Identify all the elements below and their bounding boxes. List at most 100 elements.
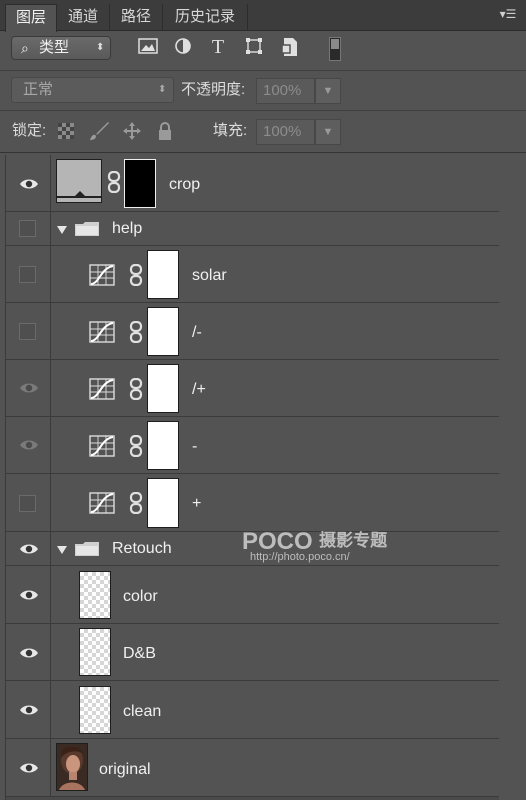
layer-mask-thumbnail xyxy=(147,364,179,413)
layer-row-minus[interactable]: - xyxy=(6,417,499,474)
layer-row-slash-minus[interactable]: /- xyxy=(6,303,499,360)
panel-scroll-gutter[interactable] xyxy=(500,155,526,800)
lock-label: 锁定: xyxy=(12,122,47,139)
layer-name: crop xyxy=(169,176,201,193)
layer-row-dodge-burn[interactable]: D&B xyxy=(6,624,499,681)
curves-adjustment-icon xyxy=(89,492,115,514)
curves-adjustment-icon xyxy=(89,264,115,286)
layer-name: - xyxy=(192,438,198,455)
layer-name: clean xyxy=(123,703,162,720)
layer-thumbnail xyxy=(56,159,102,203)
blend-mode-select[interactable]: 正常 ⬍ xyxy=(11,77,174,103)
panel-menu-icon[interactable]: ▾☰ xyxy=(498,6,518,22)
lock-all-icon[interactable] xyxy=(157,121,173,141)
layer-row-plus[interactable]: + xyxy=(6,474,499,532)
visibility-toggle[interactable] xyxy=(6,212,51,245)
layer-mask-thumbnail xyxy=(147,421,179,470)
portrait-photo-thumbnail xyxy=(56,743,88,791)
visibility-toggle[interactable] xyxy=(6,246,51,302)
visibility-toggle[interactable] xyxy=(6,155,51,211)
eye-icon xyxy=(20,590,38,600)
tab-layers[interactable]: 图层 xyxy=(5,4,57,32)
opacity-input[interactable]: 100% xyxy=(256,78,315,104)
eye-icon xyxy=(20,179,38,189)
layer-mask-thumbnail xyxy=(124,159,156,208)
layer-name: Retouch xyxy=(112,540,172,557)
visibility-toggle[interactable] xyxy=(6,624,51,680)
curves-adjustment-icon xyxy=(89,435,115,457)
layer-name: /- xyxy=(192,324,202,341)
layer-name: original xyxy=(99,761,151,778)
layer-group-help[interactable]: help xyxy=(6,212,499,246)
visibility-toggle[interactable] xyxy=(6,532,51,565)
fill-input[interactable]: 100% xyxy=(256,119,315,145)
fill-dropdown-button[interactable]: ▼ xyxy=(315,119,341,145)
layer-row-slash-plus[interactable]: /+ xyxy=(6,360,499,417)
transparent-layer-thumbnail xyxy=(79,628,111,676)
filter-kind-label: 类型 xyxy=(39,39,70,56)
link-icon[interactable] xyxy=(129,492,143,514)
layer-name: /+ xyxy=(192,381,206,398)
chevron-updown-icon: ⬍ xyxy=(96,42,105,53)
transparent-layer-thumbnail xyxy=(79,571,111,619)
layer-row-clean[interactable]: clean xyxy=(6,681,499,739)
eye-icon xyxy=(20,383,38,393)
watermark-url: http://photo.poco.cn/ xyxy=(250,551,350,563)
eye-icon xyxy=(20,705,38,715)
link-icon[interactable] xyxy=(129,378,143,400)
layer-row-original[interactable]: original xyxy=(6,739,499,797)
visibility-toggle[interactable] xyxy=(6,566,51,623)
layer-mask-thumbnail xyxy=(147,250,179,299)
hidden-visibility-box xyxy=(19,495,36,512)
hidden-visibility-box xyxy=(19,220,36,237)
link-icon[interactable] xyxy=(129,264,143,286)
visibility-toggle[interactable] xyxy=(6,360,51,416)
lock-transparent-pixels-icon[interactable] xyxy=(58,123,74,139)
lock-image-pixels-icon[interactable] xyxy=(88,120,110,142)
visibility-toggle[interactable] xyxy=(6,303,51,359)
folder-icon xyxy=(75,542,99,556)
layer-row-color[interactable]: color xyxy=(6,566,499,624)
layer-name: color xyxy=(123,588,158,605)
visibility-toggle[interactable] xyxy=(6,474,51,531)
lock-position-icon[interactable] xyxy=(122,121,142,141)
tab-paths[interactable]: 路径 xyxy=(110,4,163,30)
layer-name: D&B xyxy=(123,645,156,662)
image-filter-icon[interactable] xyxy=(137,37,159,59)
search-icon: ⌕ xyxy=(21,40,29,56)
watermark: POCO 摄影专题 http://photo.poco.cn/ xyxy=(242,528,387,563)
layer-mask-thumbnail xyxy=(147,307,179,356)
transparent-layer-thumbnail xyxy=(79,686,111,734)
chevron-updown-icon: ⬍ xyxy=(158,84,167,95)
filter-kind-select[interactable]: ⌕ 类型 ⬍ xyxy=(11,36,111,60)
visibility-toggle[interactable] xyxy=(6,681,51,738)
eye-icon xyxy=(20,440,38,450)
shape-filter-icon[interactable] xyxy=(243,37,265,59)
visibility-toggle[interactable] xyxy=(6,417,51,473)
smart-object-filter-icon[interactable] xyxy=(279,37,301,59)
eye-icon xyxy=(20,763,38,773)
link-icon[interactable] xyxy=(107,171,121,193)
hidden-visibility-box xyxy=(19,266,36,283)
visibility-toggle[interactable] xyxy=(6,739,51,796)
link-icon[interactable] xyxy=(129,321,143,343)
layer-name: + xyxy=(192,495,202,512)
tab-history[interactable]: 历史记录 xyxy=(163,4,248,30)
opacity-label: 不透明度: xyxy=(181,81,246,98)
tab-channels[interactable]: 通道 xyxy=(57,4,110,30)
curves-adjustment-icon xyxy=(89,321,115,343)
filter-toggle-switch[interactable] xyxy=(329,37,341,61)
layers-list: crop help solar /- /+ - + Retouch color … xyxy=(5,155,499,800)
type-filter-icon[interactable]: T xyxy=(207,36,229,58)
fill-label: 填充: xyxy=(213,122,248,139)
opacity-dropdown-button[interactable]: ▼ xyxy=(315,78,341,104)
layer-row-crop[interactable]: crop xyxy=(6,155,499,212)
expand-triangle-icon[interactable] xyxy=(57,546,67,554)
expand-triangle-icon[interactable] xyxy=(57,226,67,234)
folder-icon xyxy=(75,222,99,236)
adjustment-filter-icon[interactable] xyxy=(172,37,194,59)
layer-mask-thumbnail xyxy=(147,478,179,528)
link-icon[interactable] xyxy=(129,435,143,457)
curves-adjustment-icon xyxy=(89,378,115,400)
layer-row-solar[interactable]: solar xyxy=(6,246,499,303)
